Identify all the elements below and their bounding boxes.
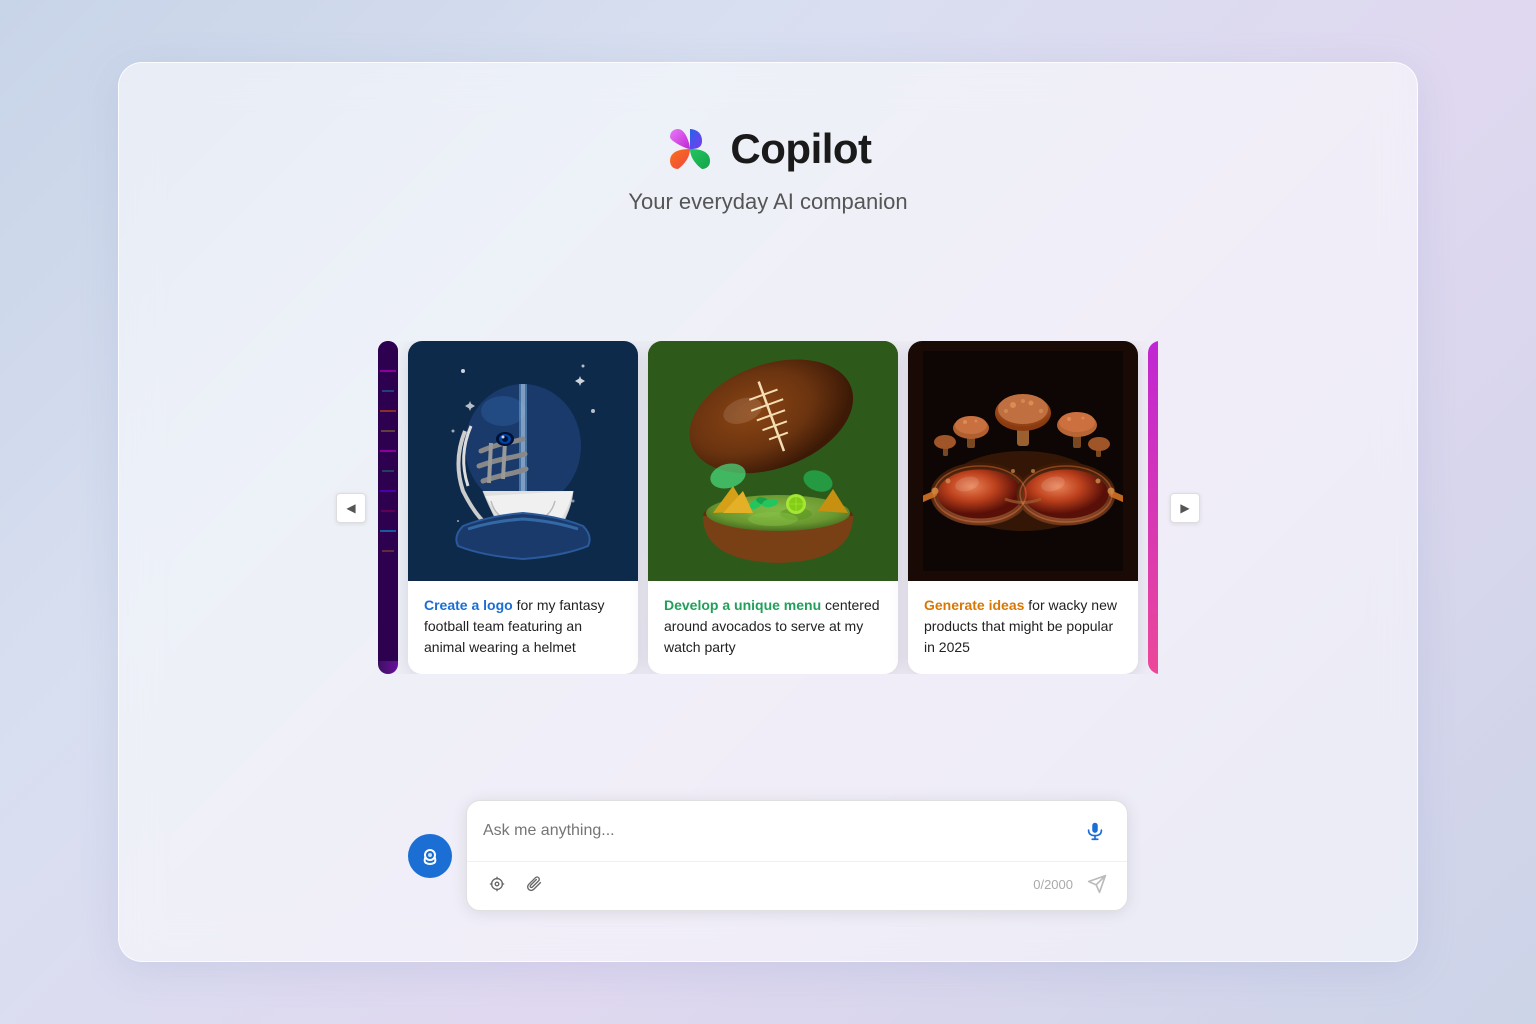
send-icon (1087, 874, 1107, 894)
card3-image (908, 341, 1138, 581)
card1-highlight: Create a logo (424, 597, 513, 613)
carousel-prev-button[interactable]: ◀ (336, 493, 366, 523)
input-section: 0/2000 (408, 800, 1128, 911)
copilot-logo-icon (664, 123, 716, 175)
attach-tool-button[interactable] (521, 870, 549, 898)
card2-text-area: Develop a unique menu centered around av… (648, 581, 898, 674)
focus-tool-button[interactable] (483, 870, 511, 898)
card-partial-left (378, 341, 398, 674)
card1-image (408, 341, 638, 581)
headset-icon (418, 844, 442, 868)
card3-text-area: Generate ideas for wacky new products th… (908, 581, 1138, 674)
logo-row: Copilot (664, 123, 871, 175)
send-button[interactable] (1083, 870, 1111, 898)
carousel-track: Create a logo for my fantasy football te… (378, 341, 1158, 674)
card3-highlight: Generate ideas (924, 597, 1024, 613)
input-meta: 0/2000 (1033, 870, 1111, 898)
card-partial-right (1148, 341, 1158, 674)
card2-text: Develop a unique menu centered around av… (664, 595, 882, 658)
input-tools (483, 870, 549, 898)
focus-icon (488, 875, 506, 893)
paperclip-icon (526, 875, 544, 893)
input-bottom: 0/2000 (467, 861, 1127, 910)
microphone-button[interactable] (1079, 815, 1111, 847)
char-count: 0/2000 (1033, 877, 1073, 892)
card-avocado-menu[interactable]: Develop a unique menu centered around av… (648, 341, 898, 674)
input-row: 0/2000 (408, 800, 1128, 911)
input-top (467, 801, 1127, 861)
input-box-wrapper: 0/2000 (466, 800, 1128, 911)
chat-input[interactable] (483, 822, 1069, 840)
card3-text: Generate ideas for wacky new products th… (924, 595, 1122, 658)
card2-highlight: Develop a unique menu (664, 597, 821, 613)
app-title: Copilot (730, 125, 871, 173)
copilot-assistant-button[interactable] (408, 834, 452, 878)
microphone-icon (1084, 820, 1106, 842)
carousel-section: ◀ (179, 341, 1357, 674)
app-subtitle: Your everyday AI companion (628, 189, 907, 215)
card1-text: Create a logo for my fantasy football te… (424, 595, 622, 658)
carousel-next-button[interactable]: ▶ (1170, 493, 1200, 523)
card-wacky-products[interactable]: Generate ideas for wacky new products th… (908, 341, 1138, 674)
card-fantasy-football[interactable]: Create a logo for my fantasy football te… (408, 341, 638, 674)
header: Copilot Your everyday AI companion (628, 123, 907, 215)
card2-image (648, 341, 898, 581)
card1-text-area: Create a logo for my fantasy football te… (408, 581, 638, 674)
main-container: Copilot Your everyday AI companion ◀ (118, 62, 1418, 962)
